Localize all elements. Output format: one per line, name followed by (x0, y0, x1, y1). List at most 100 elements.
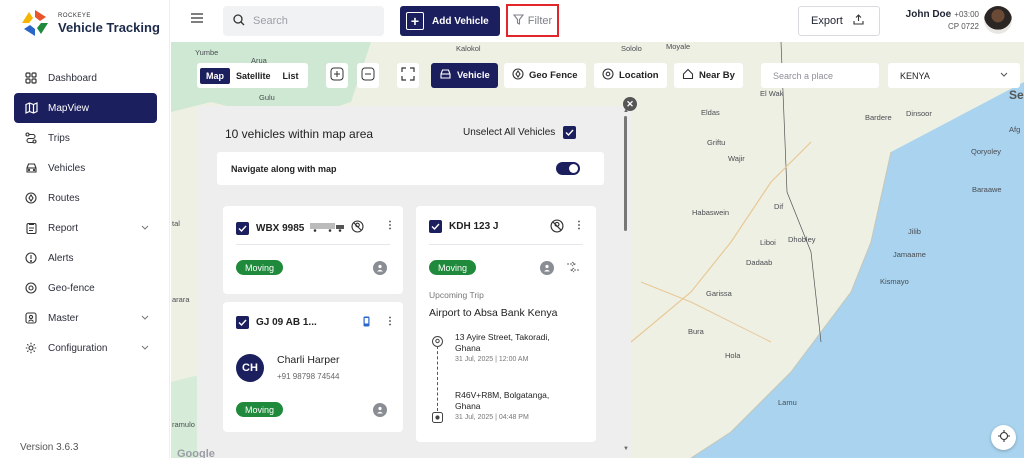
unselect-all-vehicles[interactable]: Unselect All Vehicles (463, 126, 577, 139)
driver-icon[interactable] (540, 261, 554, 275)
vehicle-plate: GJ 09 AB 1... (256, 317, 317, 328)
search-input[interactable]: Search (223, 6, 384, 36)
rockeye-logo-icon (20, 8, 50, 38)
view-mode-list[interactable]: List (277, 68, 305, 84)
checkbox-checked-icon[interactable] (429, 220, 442, 233)
map-label: Dinsoor (906, 109, 932, 118)
no-driver-icon (351, 220, 364, 236)
map-label: Se (1009, 88, 1024, 102)
nearby-filter-button[interactable]: Near By (674, 63, 743, 88)
driver-phone: +91 98798 74544 (277, 372, 340, 381)
trip-route-icon[interactable] (566, 261, 580, 276)
top-header: Search + Add Vehicle Filter Export John … (171, 0, 1024, 42)
geo-fence-filter-label: Geo Fence (529, 70, 578, 81)
more-options-icon[interactable]: ⋮ (385, 220, 395, 231)
map-label: Eldas (701, 108, 720, 117)
brand-logo[interactable]: ROCKEYE Vehicle Tracking (20, 8, 160, 38)
vehicle-card[interactable]: KDH 123 J ⋮ Moving Upcoming Trip Airport… (416, 206, 596, 442)
geo-fence-filter-button[interactable]: Geo Fence (504, 63, 586, 88)
map-label: Griftu (707, 138, 726, 147)
map-label: Moyale (666, 42, 691, 51)
sidebar-item-trips[interactable]: Trips (14, 123, 157, 153)
export-button[interactable]: Export (798, 6, 880, 36)
pin-icon (24, 281, 38, 295)
map-label: Sololo (621, 44, 642, 53)
menu-toggle-icon[interactable] (191, 13, 203, 26)
zoom-in-button[interactable] (326, 63, 348, 88)
report-icon (24, 221, 38, 235)
country-select[interactable]: KENYA (888, 63, 1020, 88)
map-label: Kismayo (880, 277, 909, 286)
sidebar-item-configuration[interactable]: Configuration (14, 333, 157, 363)
sidebar-item-mapview[interactable]: MapView (14, 93, 157, 123)
brand-small-text: ROCKEYE (58, 12, 91, 19)
more-options-icon[interactable]: ⋮ (385, 316, 395, 327)
recenter-button[interactable] (991, 425, 1016, 450)
add-vehicle-button[interactable]: + Add Vehicle (400, 6, 500, 36)
map-label: Kalokol (456, 44, 481, 53)
driver-icon[interactable] (373, 261, 387, 275)
map-label: Qoryoley (971, 147, 1002, 156)
vehicle-plate: WBX 9985 (256, 222, 305, 234)
vehicle-plate: KDH 123 J (449, 221, 499, 232)
more-options-icon[interactable]: ⋮ (574, 220, 584, 231)
stop-time: 31 Jul, 2025 | 12:00 AM (455, 355, 529, 363)
location-filter-label: Location (619, 70, 659, 81)
close-panel-icon[interactable]: ✕ (623, 97, 637, 111)
zoom-out-button[interactable] (357, 63, 379, 88)
master-icon (24, 311, 38, 325)
view-mode-map[interactable]: Map (200, 67, 230, 84)
view-mode-satellite[interactable]: Satellite (230, 68, 277, 84)
map-label: Dadaab (746, 258, 773, 267)
panel-scrollbar[interactable] (624, 116, 627, 231)
vehicle-card[interactable]: GJ 09 AB 1... ⋮ CH Charli Harper +91 987… (223, 302, 403, 432)
alert-icon (24, 251, 38, 265)
google-logo: Google (177, 448, 215, 458)
sidebar-item-label: Alerts (48, 252, 74, 264)
vehicle-filter-button[interactable]: Vehicle (431, 63, 498, 88)
zoom-in-icon (330, 67, 344, 84)
route-connector (437, 346, 438, 411)
grid-icon (24, 71, 38, 85)
sidebar-item-dashboard[interactable]: Dashboard (14, 63, 157, 93)
map-label: Dhobley (788, 235, 816, 244)
gear-icon (24, 341, 38, 355)
sidebar-item-routes[interactable]: Routes (14, 183, 157, 213)
chevron-down-icon (141, 222, 149, 233)
country-select-value: KENYA (900, 70, 930, 81)
brand-name: Vehicle Tracking (58, 19, 160, 35)
map-view[interactable]: Yumbe Arua Gulu Kalokol Moyale Sololo El… (171, 42, 1024, 458)
sidebar-nav: Dashboard MapView Trips Vehicles Routes … (14, 63, 157, 363)
fullscreen-button[interactable] (397, 63, 419, 88)
sidebar: ROCKEYE Vehicle Tracking Dashboard MapVi… (0, 0, 170, 458)
avatar[interactable] (984, 6, 1012, 34)
driver-icon[interactable] (373, 403, 387, 417)
status-badge: Moving (236, 402, 284, 417)
crosshair-icon (997, 429, 1011, 446)
checkbox-checked-icon[interactable] (236, 221, 249, 235)
map-label: arara (172, 295, 190, 304)
checkbox-checked-icon[interactable] (236, 316, 249, 329)
map-label: Liboi (760, 238, 776, 247)
sidebar-item-geo-fence[interactable]: Geo-fence (14, 273, 157, 303)
vehicles-panel: 10 vehicles within map area Unselect All… (197, 106, 631, 458)
sidebar-item-report[interactable]: Report (14, 213, 157, 243)
trip-stop-destination: R46V+R8M, Bolgatanga, Ghana 31 Jul, 2025… (455, 390, 565, 422)
place-search-input[interactable]: Search a place (761, 63, 879, 88)
sidebar-item-master[interactable]: Master (14, 303, 157, 333)
checkbox-checked-icon[interactable] (563, 126, 577, 139)
map-label: Gulu (259, 93, 275, 102)
navigate-with-map-row: Navigate along with map (217, 152, 604, 185)
sidebar-item-label: Dashboard (48, 72, 97, 84)
scroll-down-icon[interactable]: ▼ (623, 446, 629, 452)
navigate-with-map-toggle[interactable] (556, 162, 580, 175)
sidebar-item-alerts[interactable]: Alerts (14, 243, 157, 273)
user-info[interactable]: John Doe +03:00 CP 0722 (887, 8, 979, 32)
filter-button[interactable]: Filter (506, 4, 559, 37)
map-label: Jilib (908, 227, 921, 236)
sidebar-item-vehicles[interactable]: Vehicles (14, 153, 157, 183)
location-filter-button[interactable]: Location (594, 63, 667, 88)
home-icon (682, 68, 699, 83)
status-badge: Moving (236, 260, 284, 275)
vehicle-card[interactable]: WBX 9985 ⋮ Moving (223, 206, 403, 294)
